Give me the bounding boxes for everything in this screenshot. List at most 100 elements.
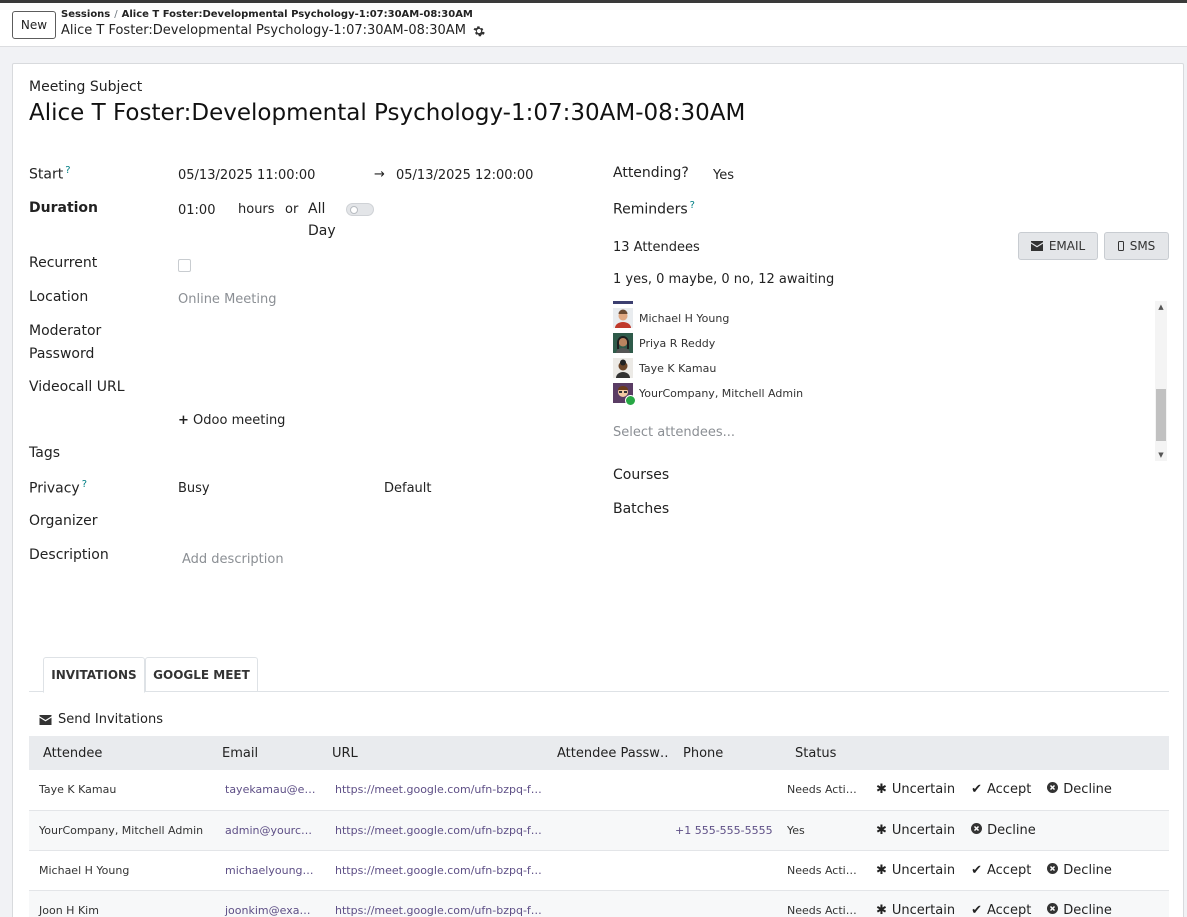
arrow-right-icon: → <box>374 167 385 182</box>
breadcrumb-separator: / <box>114 9 118 20</box>
uncertain-button[interactable]: ✱ Uncertain <box>876 823 955 838</box>
duration-field[interactable]: 01:00 <box>178 203 215 218</box>
attendee-item[interactable]: Priya R Reddy <box>613 332 715 354</box>
row-actions: ✱ Uncertain ✔ Accept Decline <box>876 902 1169 917</box>
record-title: Alice T Foster:Developmental Psychology-… <box>61 23 485 38</box>
column-header-password[interactable]: Attendee Passw… <box>543 736 669 770</box>
phone-cell[interactable]: +1 555-555-5555 <box>669 810 781 851</box>
location-field[interactable]: Online Meeting <box>178 292 276 307</box>
phone-cell[interactable] <box>669 890 781 917</box>
table-row[interactable]: YourCompany, Mitchell Admin admin@yourc…… <box>29 810 1169 851</box>
column-header-attendee[interactable]: Attendee <box>29 736 208 770</box>
decline-button[interactable]: Decline <box>1047 902 1112 917</box>
table-row[interactable]: Joon H Kim joonkim@exa… https://meet.goo… <box>29 890 1169 917</box>
asterisk-icon: ✱ <box>876 902 887 917</box>
start-label: Start? <box>29 165 71 183</box>
email-cell[interactable]: michaelyoung… <box>208 850 318 891</box>
email-cell[interactable]: tayekamau@e… <box>208 770 318 811</box>
times-circle-icon <box>1047 782 1059 797</box>
add-odoo-meeting-button[interactable]: + Odoo meeting <box>178 413 285 428</box>
decline-button[interactable]: Decline <box>971 822 1036 838</box>
column-header-phone[interactable]: Phone <box>669 736 781 770</box>
or-text: or <box>285 202 299 217</box>
scrollbar-thumb[interactable] <box>1156 389 1166 441</box>
decline-button[interactable]: Decline <box>1047 862 1112 878</box>
notebook-tabs: INVITATIONS GOOGLE MEET <box>29 657 1169 693</box>
partial-avatar <box>613 301 633 304</box>
attendee-item[interactable]: Taye K Kamau <box>613 357 716 379</box>
accepted-check-icon <box>625 395 636 406</box>
phone-cell[interactable] <box>669 770 781 811</box>
stop-date-field[interactable]: 05/13/2025 12:00:00 <box>396 168 533 183</box>
show-as-field[interactable]: Busy <box>178 481 210 496</box>
url-cell[interactable]: https://meet.google.com/ufn-bzpq-f… <box>318 850 543 891</box>
tab-google-meet[interactable]: GOOGLE MEET <box>145 657 258 692</box>
email-cell[interactable]: admin@yourc… <box>208 810 318 851</box>
decline-label: Decline <box>1063 902 1112 917</box>
accept-label: Accept <box>986 902 1032 917</box>
select-attendees-input[interactable]: Select attendees... <box>613 425 735 440</box>
accept-button[interactable]: ✔ Accept <box>971 863 1031 878</box>
uncertain-button[interactable]: ✱ Uncertain <box>876 863 955 878</box>
scroll-down-icon[interactable]: ▼ <box>1155 449 1167 461</box>
form-sheet: Meeting Subject Alice T Foster:Developme… <box>12 63 1184 917</box>
help-icon[interactable]: ? <box>690 200 695 211</box>
table-row[interactable]: Michael H Young michaelyoung… https://me… <box>29 850 1169 891</box>
accept-button[interactable]: ✔ Accept <box>971 903 1031 917</box>
column-header-url[interactable]: URL <box>318 736 543 770</box>
send-invitations-button[interactable]: Send Invitations <box>39 712 163 727</box>
new-button[interactable]: New <box>12 11 56 39</box>
attendee-name: Taye K Kamau <box>639 361 717 375</box>
column-header-status[interactable]: Status <box>781 736 866 770</box>
avatar <box>613 383 636 406</box>
help-icon[interactable]: ? <box>82 479 87 490</box>
email-cell[interactable]: joonkim@exa… <box>208 890 318 917</box>
attendee-item[interactable]: Michael H Young <box>613 307 729 329</box>
decline-label: Decline <box>1063 862 1112 878</box>
moderator-label-1: Moderator <box>29 323 102 339</box>
start-label-text: Start <box>29 166 64 183</box>
recurrent-label: Recurrent <box>29 255 98 271</box>
column-header-email[interactable]: Email <box>208 736 318 770</box>
uncertain-button[interactable]: ✱ Uncertain <box>876 903 955 917</box>
attending-field[interactable]: Yes <box>713 168 734 183</box>
gear-icon[interactable] <box>473 25 485 37</box>
meeting-subject-field[interactable]: Alice T Foster:Developmental Psychology-… <box>29 100 745 126</box>
tab-invitations[interactable]: INVITATIONS <box>43 657 145 693</box>
videocall-label: Videocall URL <box>29 379 125 395</box>
password-cell <box>543 890 669 917</box>
attendee-scrollbar[interactable]: ▲ ▼ <box>1155 301 1167 461</box>
attendee-cell: Joon H Kim <box>29 890 208 917</box>
url-cell[interactable]: https://meet.google.com/ufn-bzpq-f… <box>318 810 543 851</box>
attendee-name: YourCompany, Mitchell Admin <box>639 386 804 400</box>
times-circle-icon <box>1047 902 1059 917</box>
attendee-item[interactable]: YourCompany, Mitchell Admin <box>613 382 804 406</box>
decline-button[interactable]: Decline <box>1047 782 1112 797</box>
avatar <box>613 308 633 328</box>
meeting-subject-label: Meeting Subject <box>29 79 143 95</box>
start-date-field[interactable]: 05/13/2025 11:00:00 <box>178 168 315 183</box>
url-cell[interactable]: https://meet.google.com/ufn-bzpq-f… <box>318 770 543 811</box>
breadcrumb-sessions[interactable]: Sessions <box>61 9 110 20</box>
uncertain-label: Uncertain <box>891 822 956 838</box>
check-icon: ✔ <box>971 862 982 878</box>
uncertain-label: Uncertain <box>891 782 956 798</box>
check-icon: ✔ <box>971 782 982 798</box>
password-cell <box>543 810 669 851</box>
table-row[interactable]: Taye K Kamau tayekamau@e… https://meet.g… <box>29 770 1169 811</box>
privacy-field[interactable]: Default <box>384 481 432 496</box>
accept-button[interactable]: ✔ Accept <box>971 782 1031 797</box>
uncertain-button[interactable]: ✱ Uncertain <box>876 782 955 797</box>
allday-toggle[interactable] <box>346 203 374 216</box>
description-field[interactable]: Add description <box>182 552 284 567</box>
sms-button-label: SMS <box>1129 239 1156 253</box>
recurrent-checkbox[interactable] <box>178 259 191 272</box>
envelope-icon <box>1030 241 1043 251</box>
email-button[interactable]: EMAIL <box>1018 232 1098 260</box>
decline-label: Decline <box>987 822 1036 838</box>
sms-button[interactable]: SMS <box>1104 232 1169 260</box>
phone-cell[interactable] <box>669 850 781 891</box>
url-cell[interactable]: https://meet.google.com/ufn-bzpq-f… <box>318 890 543 917</box>
scroll-up-icon[interactable]: ▲ <box>1155 301 1167 313</box>
help-icon[interactable]: ? <box>65 165 70 176</box>
